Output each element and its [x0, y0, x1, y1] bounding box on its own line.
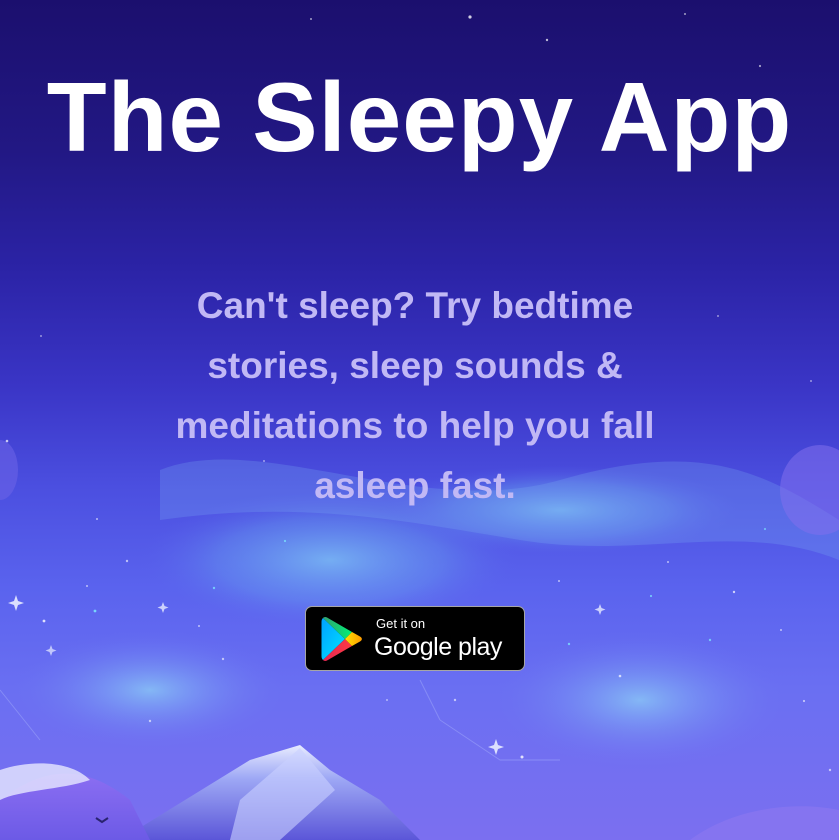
aurora-glow — [490, 630, 790, 770]
hero-section: The Sleepy App Can't sleep? Try bedtime … — [0, 0, 839, 840]
hill-shape — [690, 806, 839, 840]
badge-small-text: Get it on — [376, 616, 426, 631]
google-play-badge-button[interactable]: Get it on Google play — [305, 606, 525, 671]
badge-large-text: Google play — [374, 633, 502, 661]
cloud-shape — [0, 440, 18, 500]
app-title: The Sleepy App — [46, 62, 793, 172]
google-play-icon — [321, 617, 362, 661]
tagline: Can't sleep? Try bedtime stories, sleep … — [175, 285, 655, 506]
